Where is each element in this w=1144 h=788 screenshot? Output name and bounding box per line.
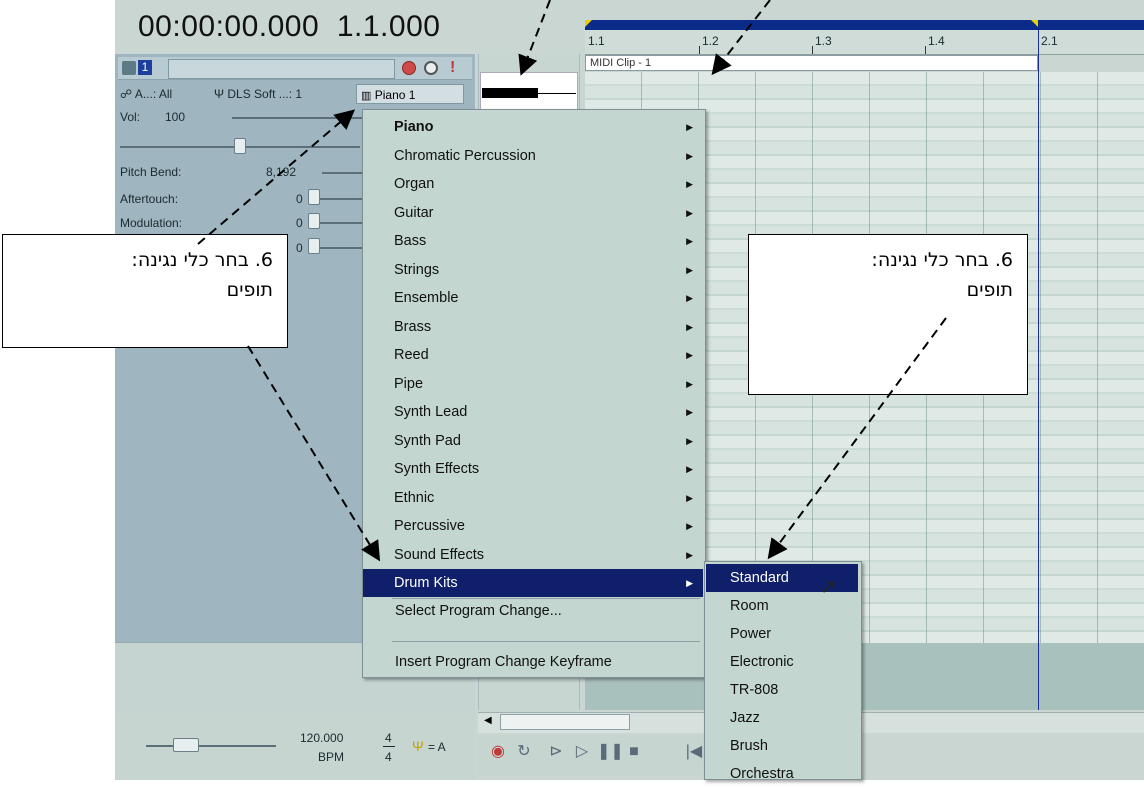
arrow-to-midi-clip [711,0,771,76]
arrow-to-mini-clip [518,0,551,76]
arrow-to-drum-kits [247,345,381,562]
annotation-arrows [197,0,947,562]
arrow-to-standard [767,317,947,560]
arrow-to-instrument [197,109,356,245]
